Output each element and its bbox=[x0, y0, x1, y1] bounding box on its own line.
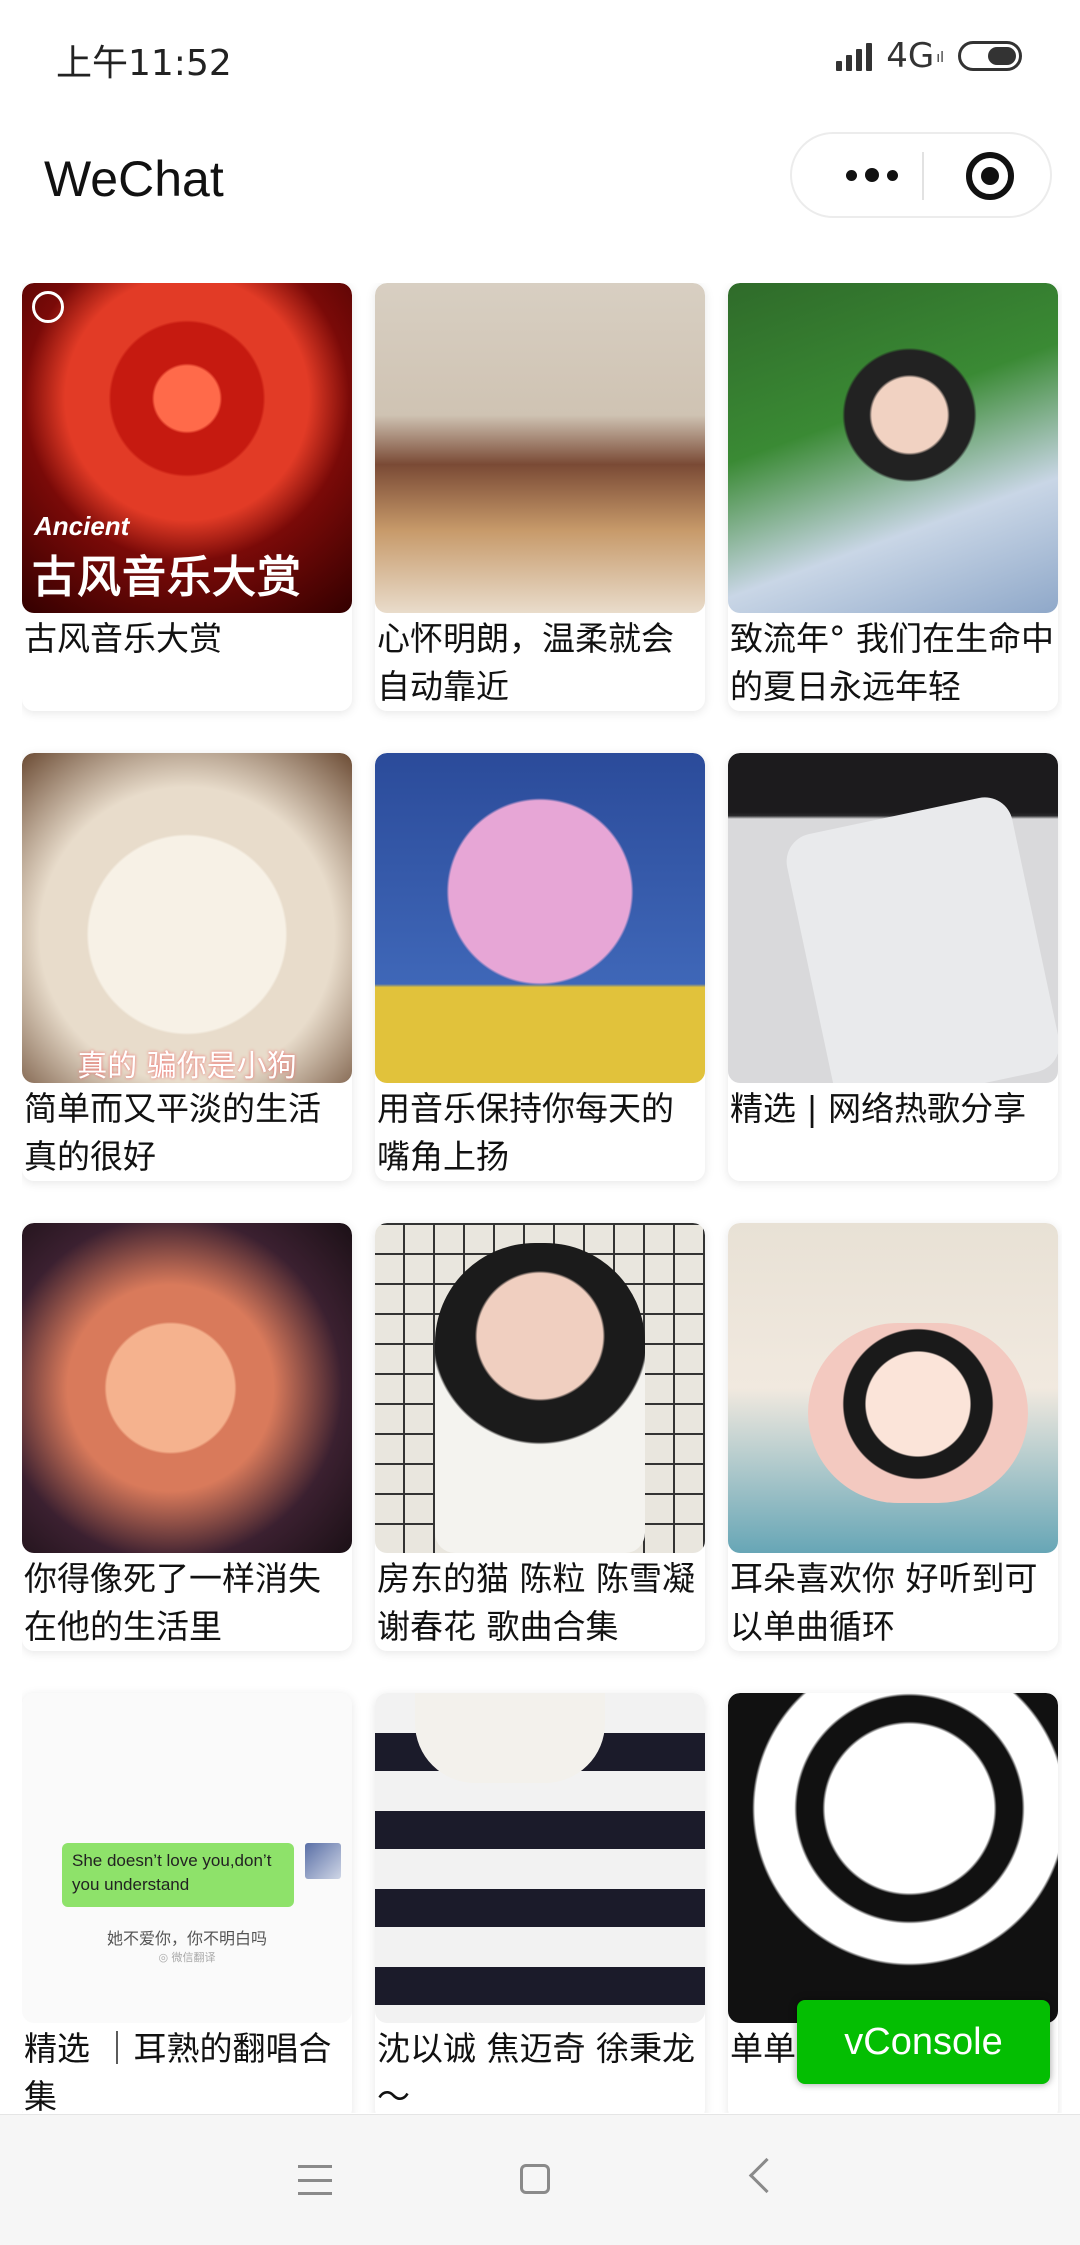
playlist-card[interactable]: 你得像死了一样消失在他的生活里 bbox=[22, 1223, 352, 1651]
chat-bubble: She doesn’t love you,don’t you understan… bbox=[62, 1843, 294, 1907]
playlist-cover bbox=[375, 283, 705, 613]
vconsole-button[interactable]: vConsole bbox=[797, 2000, 1050, 2084]
playlist-cover bbox=[728, 753, 1058, 1083]
network-sub-icon: ıl bbox=[936, 50, 944, 66]
chat-translate-label: ◎ 微信翻译 bbox=[158, 1951, 216, 1964]
playlist-title: 耳朵喜欢你 好听到可以单曲循环 bbox=[730, 1559, 1038, 1646]
chat-translation: 她不爱你，你不明白吗 bbox=[106, 1929, 267, 1948]
more-button[interactable] bbox=[822, 134, 922, 216]
playlist-card[interactable]: 真的 骗你是小狗 简单而又平淡的生活真的很好 bbox=[22, 753, 352, 1181]
menu-icon[interactable] bbox=[298, 2165, 332, 2195]
home-icon[interactable] bbox=[520, 2164, 550, 2194]
playlist-cover bbox=[375, 1693, 705, 2023]
page-title: WeChat bbox=[44, 151, 224, 207]
playlist-title: 你得像死了一样消失在他的生活里 bbox=[24, 1559, 321, 1646]
playlist-card[interactable]: She doesn’t love you,don’t you understan… bbox=[22, 1693, 352, 2113]
playlist-cover bbox=[22, 1223, 352, 1553]
cover-text-en: Ancient bbox=[34, 511, 130, 541]
playlist-grid: Ancient 古风音乐大赏 古风音乐大赏 心怀明朗，温柔就会自动靠近 致流年°… bbox=[22, 283, 1062, 2113]
playlist-title: 致流年° 我们在生命中的夏日永远年轻 bbox=[730, 619, 1054, 706]
playlist-cover bbox=[728, 283, 1058, 613]
cover-caption: 真的 骗你是小狗 bbox=[77, 1049, 297, 1083]
playlist-card[interactable]: 致流年° 我们在生命中的夏日永远年轻 bbox=[728, 283, 1058, 711]
close-miniprogram-icon[interactable] bbox=[966, 152, 1014, 200]
playlist-card[interactable]: 房东的猫 陈粒 陈雪凝 谢春花 歌曲合集 bbox=[375, 1223, 705, 1651]
status-icons: 4G ıl bbox=[836, 36, 1022, 76]
battery-icon bbox=[958, 41, 1022, 71]
playlist-title: 精选 ｜耳熟的翻唱合集 bbox=[24, 2029, 332, 2113]
playlist-card[interactable]: 耳朵喜欢你 好听到可以单曲循环 bbox=[728, 1223, 1058, 1651]
network-label: 4G bbox=[886, 36, 935, 76]
cover-text-cn: 古风音乐大赏 bbox=[32, 552, 302, 603]
playlist-title: 用音乐保持你每天的嘴角上扬 bbox=[377, 1089, 674, 1176]
playlist-cover: 真的 骗你是小狗 bbox=[22, 753, 352, 1083]
playlist-title: 简单而又平淡的生活真的很好 bbox=[24, 1089, 321, 1176]
status-bar: 上午11:52 4G ıl bbox=[0, 0, 1080, 120]
avatar bbox=[305, 1843, 341, 1879]
playlist-cover: She doesn’t love you,don’t you understan… bbox=[22, 1693, 352, 2023]
signal-icon bbox=[836, 41, 873, 71]
playlist-title: 古风音乐大赏 bbox=[24, 619, 222, 658]
phone-image bbox=[781, 792, 1058, 1083]
playlist-cover: Ancient 古风音乐大赏 bbox=[22, 283, 352, 613]
shirt-collar-image bbox=[415, 1693, 605, 1783]
playlist-cover bbox=[375, 1223, 705, 1553]
capsule-divider bbox=[922, 152, 924, 200]
playlist-title: 房东的猫 陈粒 陈雪凝 谢春花 歌曲合集 bbox=[377, 1559, 695, 1646]
playlist-title: 心怀明朗，温柔就会自动靠近 bbox=[377, 619, 674, 706]
playlist-cover bbox=[728, 1693, 1058, 2023]
playlist-card[interactable]: 沈以诚 焦迈奇 徐秉龙～ bbox=[375, 1693, 705, 2113]
illustration-image bbox=[808, 1323, 1028, 1503]
playlist-card[interactable]: 用音乐保持你每天的嘴角上扬 bbox=[375, 753, 705, 1181]
system-nav-bar bbox=[0, 2114, 1080, 2245]
playlist-cover bbox=[375, 753, 705, 1083]
playlist-title: 沈以诚 焦迈奇 徐秉龙～ bbox=[377, 2029, 695, 2113]
playlist-cover bbox=[728, 1223, 1058, 1553]
back-icon[interactable] bbox=[748, 2157, 785, 2194]
playlist-card[interactable]: Ancient 古风音乐大赏 古风音乐大赏 bbox=[22, 283, 352, 711]
playlist-title: 精选 | 网络热歌分享 bbox=[730, 1089, 1027, 1128]
network-type: 4G ıl bbox=[886, 36, 944, 76]
status-time: 上午11:52 bbox=[56, 43, 232, 84]
netease-logo-icon bbox=[32, 291, 64, 323]
nav-bar: WeChat bbox=[0, 130, 1080, 230]
playlist-card[interactable]: 精选 | 网络热歌分享 bbox=[728, 753, 1058, 1181]
miniprogram-capsule bbox=[790, 132, 1052, 218]
playlist-card[interactable]: 心怀明朗，温柔就会自动靠近 bbox=[375, 283, 705, 711]
portrait-image bbox=[435, 1243, 645, 1553]
